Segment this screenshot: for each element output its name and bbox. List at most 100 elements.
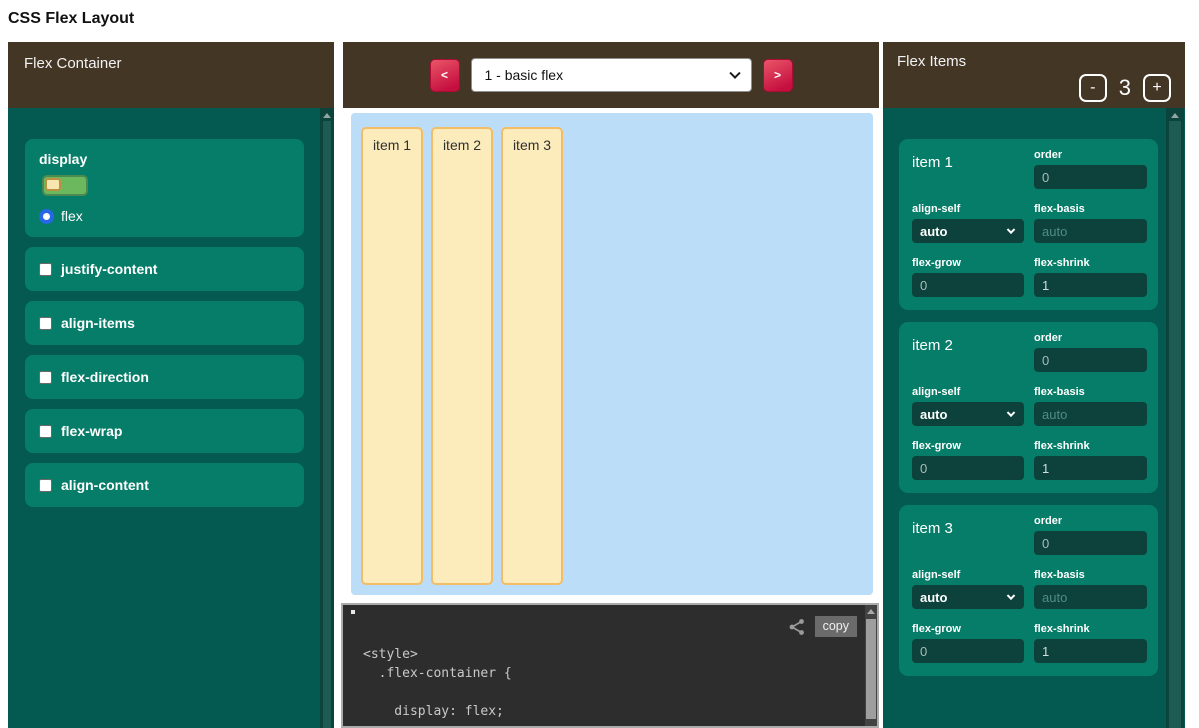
- item-3-flex-shrink-field: flex-shrink: [1034, 623, 1147, 663]
- scroll-up-arrow-icon[interactable]: [323, 113, 331, 118]
- right-panel-scrollbar-thumb[interactable]: [1169, 121, 1181, 728]
- code-cursor-dot: [351, 610, 355, 614]
- align-items-label: align-items: [61, 315, 135, 331]
- align-self-select[interactable]: auto: [912, 219, 1024, 243]
- order-input[interactable]: [1034, 165, 1147, 189]
- display-toggle-knob: [45, 178, 61, 191]
- order-label: order: [1034, 149, 1147, 161]
- item-2-title: item 2: [912, 332, 1024, 372]
- scroll-up-arrow-icon[interactable]: [867, 609, 875, 614]
- copy-button[interactable]: copy: [815, 616, 857, 637]
- display-card: display flex: [25, 139, 304, 237]
- flex-item-1: item 1: [361, 127, 423, 585]
- order-input[interactable]: [1034, 531, 1147, 555]
- left-panel-scrollbar[interactable]: [320, 108, 334, 728]
- item-1-order-field: order: [1034, 149, 1147, 189]
- item-1-card: item 1 order align-self auto flex-basis …: [899, 139, 1158, 310]
- align-self-select[interactable]: auto: [912, 585, 1024, 609]
- item-3-flex-grow-field: flex-grow: [912, 623, 1024, 663]
- property-card-align-content[interactable]: align-content: [25, 463, 304, 507]
- display-toggle[interactable]: [42, 175, 88, 196]
- example-select[interactable]: 1 - basic flex: [471, 58, 752, 92]
- flex-preview-container: item 1 item 2 item 3: [351, 113, 873, 595]
- flex-wrap-checkbox[interactable]: [39, 425, 52, 438]
- property-card-align-items[interactable]: align-items: [25, 301, 304, 345]
- flex-basis-input[interactable]: [1034, 402, 1147, 426]
- item-1-flex-grow-field: flex-grow: [912, 257, 1024, 297]
- flex-grow-label: flex-grow: [912, 440, 1024, 452]
- justify-content-checkbox[interactable]: [39, 263, 52, 276]
- flex-items-panel-title: Flex Items: [897, 53, 966, 70]
- item-2-flex-grow-field: flex-grow: [912, 440, 1024, 480]
- item-1-align-self-field: align-self auto: [912, 203, 1024, 243]
- property-card-flex-wrap[interactable]: flex-wrap: [25, 409, 304, 453]
- item-count: 3: [1119, 75, 1131, 101]
- flex-basis-label: flex-basis: [1034, 386, 1147, 398]
- property-card-justify-content[interactable]: justify-content: [25, 247, 304, 291]
- flex-basis-input[interactable]: [1034, 219, 1147, 243]
- flex-grow-label: flex-grow: [912, 623, 1024, 635]
- flex-basis-label: flex-basis: [1034, 203, 1147, 215]
- flex-basis-input[interactable]: [1034, 585, 1147, 609]
- display-flex-radio-label: flex: [61, 208, 83, 224]
- property-card-flex-direction[interactable]: flex-direction: [25, 355, 304, 399]
- prev-example-button[interactable]: <: [430, 59, 460, 92]
- flex-container-panel-title: Flex Container: [8, 42, 334, 108]
- flex-grow-input[interactable]: [912, 456, 1024, 480]
- flex-shrink-input[interactable]: [1034, 273, 1147, 297]
- remove-item-button[interactable]: -: [1079, 74, 1107, 102]
- flex-shrink-input[interactable]: [1034, 456, 1147, 480]
- order-label: order: [1034, 515, 1147, 527]
- flex-direction-checkbox[interactable]: [39, 371, 52, 384]
- code-toolbar: copy: [787, 616, 857, 637]
- flex-wrap-label: flex-wrap: [61, 423, 122, 439]
- justify-content-label: justify-content: [61, 261, 157, 277]
- flex-basis-label: flex-basis: [1034, 569, 1147, 581]
- display-flex-radio[interactable]: [39, 209, 54, 224]
- display-label: display: [39, 151, 290, 167]
- item-1-flex-shrink-field: flex-shrink: [1034, 257, 1147, 297]
- align-self-label: align-self: [912, 203, 1024, 215]
- align-self-select[interactable]: auto: [912, 402, 1024, 426]
- scroll-up-arrow-icon[interactable]: [1171, 113, 1179, 118]
- example-select-wrap: 1 - basic flex: [471, 58, 752, 92]
- flex-container-panel: Flex Container display flex justify-cont…: [8, 42, 334, 728]
- preview-column: < 1 - basic flex > item 1 item 2 item 3: [343, 42, 879, 728]
- item-3-card: item 3 order align-self auto flex-basis …: [899, 505, 1158, 676]
- flex-shrink-input[interactable]: [1034, 639, 1147, 663]
- order-label: order: [1034, 332, 1147, 344]
- flex-container-panel-body: display flex justify-content align-items…: [8, 108, 334, 728]
- item-3-order-field: order: [1034, 515, 1147, 555]
- flex-shrink-label: flex-shrink: [1034, 440, 1147, 452]
- right-panel-scrollbar[interactable]: [1166, 108, 1184, 728]
- example-nav-bar: < 1 - basic flex >: [343, 42, 879, 108]
- page-title: CSS Flex Layout: [8, 10, 134, 28]
- align-content-checkbox[interactable]: [39, 479, 52, 492]
- item-1-flex-basis-field: flex-basis: [1034, 203, 1147, 243]
- flex-shrink-label: flex-shrink: [1034, 623, 1147, 635]
- share-icon[interactable]: [787, 617, 807, 637]
- next-example-button[interactable]: >: [763, 59, 793, 92]
- flex-items-panel: Flex Items - 3 + item 1 order align-self…: [883, 42, 1185, 728]
- flex-grow-input[interactable]: [912, 273, 1024, 297]
- flex-grow-input[interactable]: [912, 639, 1024, 663]
- flex-shrink-label: flex-shrink: [1034, 257, 1147, 269]
- order-input[interactable]: [1034, 348, 1147, 372]
- flex-items-panel-body: item 1 order align-self auto flex-basis …: [883, 108, 1185, 728]
- item-2-order-field: order: [1034, 332, 1147, 372]
- code-scrollbar[interactable]: [865, 605, 877, 726]
- code-panel: copy <style> .flex-container { display: …: [341, 603, 879, 728]
- flex-item-2: item 2: [431, 127, 493, 585]
- code-scrollbar-thumb[interactable]: [866, 619, 876, 719]
- add-item-button[interactable]: +: [1143, 74, 1171, 102]
- item-counter: - 3 +: [1079, 74, 1171, 102]
- flex-items-panel-header: Flex Items - 3 +: [883, 42, 1185, 108]
- left-panel-scrollbar-thumb[interactable]: [323, 121, 331, 728]
- item-3-align-self-field: align-self auto: [912, 569, 1024, 609]
- item-2-card: item 2 order align-self auto flex-basis …: [899, 322, 1158, 493]
- align-items-checkbox[interactable]: [39, 317, 52, 330]
- generated-css-code: <style> .flex-container { display: flex;: [363, 645, 512, 721]
- display-flex-option[interactable]: flex: [39, 208, 290, 224]
- item-1-title: item 1: [912, 149, 1024, 189]
- flex-direction-label: flex-direction: [61, 369, 149, 385]
